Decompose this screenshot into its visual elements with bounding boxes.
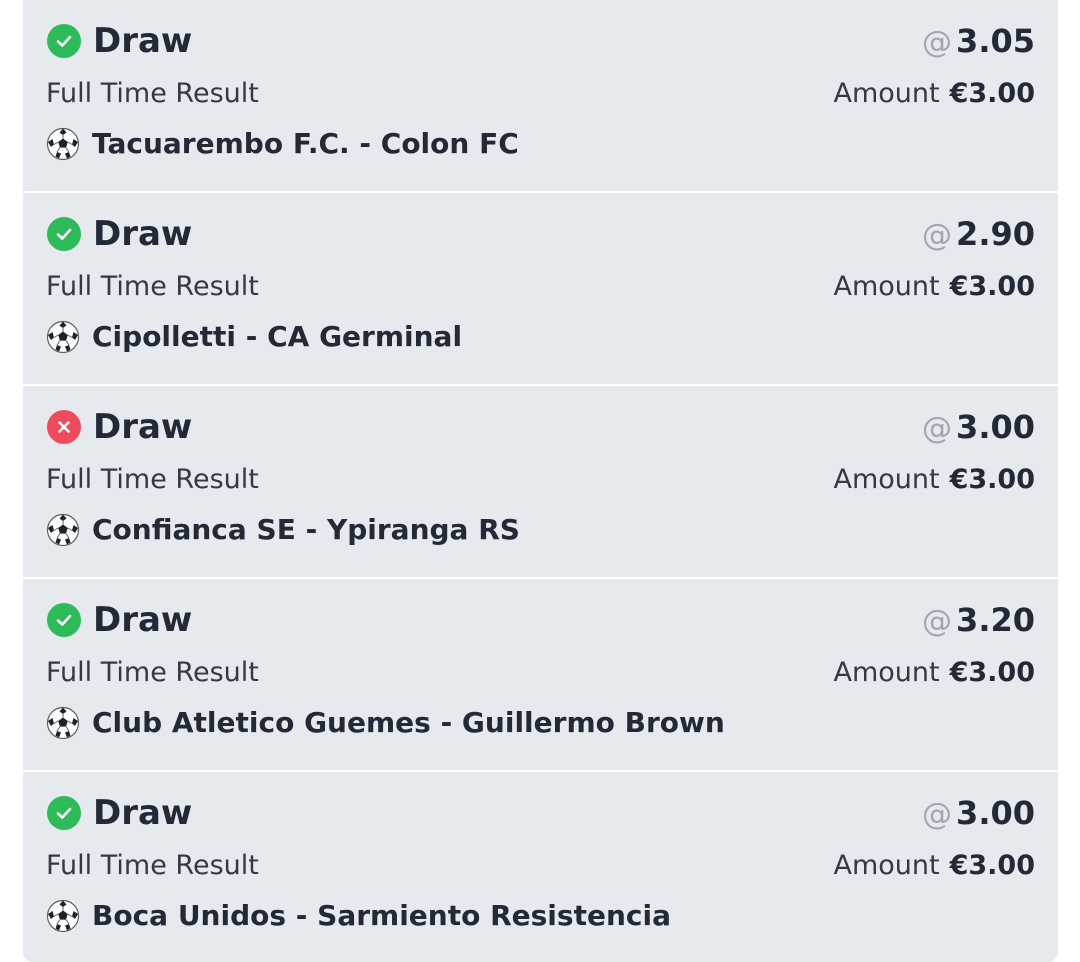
amount-value: €3.00 bbox=[949, 850, 1035, 881]
amount-label: Amount bbox=[833, 271, 940, 302]
amount-label: Amount bbox=[833, 464, 940, 495]
match-name: Boca Unidos - Sarmiento Resistencia bbox=[92, 899, 671, 932]
odds-value: 3.00 bbox=[956, 408, 1035, 446]
odds: @3.20 bbox=[922, 597, 1035, 649]
odds: @3.00 bbox=[922, 404, 1035, 456]
amount-value: €3.00 bbox=[949, 657, 1035, 688]
match-row: Tacuarembo F.C. - Colon FC bbox=[46, 124, 519, 164]
match-row: Confianca SE - Ypiranga RS bbox=[46, 510, 520, 550]
match-name: Confianca SE - Ypiranga RS bbox=[92, 513, 520, 546]
bet-list: Draw @3.05 Full Time Result Amount €3.00 … bbox=[23, 0, 1058, 962]
amount-value: €3.00 bbox=[949, 78, 1035, 109]
stake-amount: Amount €3.00 bbox=[833, 462, 1035, 501]
stake-amount: Amount €3.00 bbox=[833, 848, 1035, 887]
selection-name: Draw bbox=[93, 21, 193, 61]
odds-prefix: @ bbox=[922, 797, 953, 832]
odds-value: 3.05 bbox=[956, 22, 1035, 60]
selection-name: Draw bbox=[93, 600, 193, 640]
bet-card[interactable]: Draw @3.00 Full Time Result Amount €3.00 … bbox=[23, 772, 1058, 962]
stake-amount: Amount €3.00 bbox=[833, 76, 1035, 115]
selection-name: Draw bbox=[93, 407, 193, 447]
match-row: Cipolletti - CA Germinal bbox=[46, 317, 462, 357]
selection-name: Draw bbox=[93, 793, 193, 833]
amount-value: €3.00 bbox=[949, 464, 1035, 495]
odds-prefix: @ bbox=[922, 218, 953, 253]
market-name: Full Time Result bbox=[46, 271, 259, 302]
check-circle-icon bbox=[47, 217, 81, 251]
odds-value: 2.90 bbox=[956, 215, 1035, 253]
x-circle-icon bbox=[47, 410, 81, 444]
odds-prefix: @ bbox=[922, 604, 953, 639]
market-name: Full Time Result bbox=[46, 78, 259, 109]
odds-value: 3.00 bbox=[956, 794, 1035, 832]
odds: @2.90 bbox=[922, 211, 1035, 263]
match-row: Boca Unidos - Sarmiento Resistencia bbox=[46, 896, 671, 936]
market-name: Full Time Result bbox=[46, 657, 259, 688]
market-name: Full Time Result bbox=[46, 850, 259, 881]
check-circle-icon bbox=[47, 603, 81, 637]
stake-amount: Amount €3.00 bbox=[833, 655, 1035, 694]
odds: @3.05 bbox=[922, 18, 1035, 70]
odds: @3.00 bbox=[922, 790, 1035, 842]
match-row: Club Atletico Guemes - Guillermo Brown bbox=[46, 703, 725, 743]
market-name: Full Time Result bbox=[46, 464, 259, 495]
bet-card[interactable]: Draw @3.00 Full Time Result Amount €3.00 … bbox=[23, 386, 1058, 577]
amount-label: Amount bbox=[833, 850, 940, 881]
match-name: Club Atletico Guemes - Guillermo Brown bbox=[92, 706, 725, 739]
odds-prefix: @ bbox=[922, 25, 953, 60]
soccer-ball-icon bbox=[46, 706, 80, 740]
odds-prefix: @ bbox=[922, 411, 953, 446]
soccer-ball-icon bbox=[46, 899, 80, 933]
match-name: Tacuarembo F.C. - Colon FC bbox=[92, 127, 519, 160]
amount-label: Amount bbox=[833, 657, 940, 688]
check-circle-icon bbox=[47, 24, 81, 58]
soccer-ball-icon bbox=[46, 127, 80, 161]
selection-name: Draw bbox=[93, 214, 193, 254]
bet-card[interactable]: Draw @3.05 Full Time Result Amount €3.00 … bbox=[23, 0, 1058, 191]
stake-amount: Amount €3.00 bbox=[833, 269, 1035, 308]
soccer-ball-icon bbox=[46, 513, 80, 547]
bet-card[interactable]: Draw @2.90 Full Time Result Amount €3.00 … bbox=[23, 193, 1058, 384]
check-circle-icon bbox=[47, 796, 81, 830]
odds-value: 3.20 bbox=[956, 601, 1035, 639]
amount-value: €3.00 bbox=[949, 271, 1035, 302]
soccer-ball-icon bbox=[46, 320, 80, 354]
amount-label: Amount bbox=[833, 78, 940, 109]
bet-card[interactable]: Draw @3.20 Full Time Result Amount €3.00 … bbox=[23, 579, 1058, 770]
match-name: Cipolletti - CA Germinal bbox=[92, 320, 463, 353]
